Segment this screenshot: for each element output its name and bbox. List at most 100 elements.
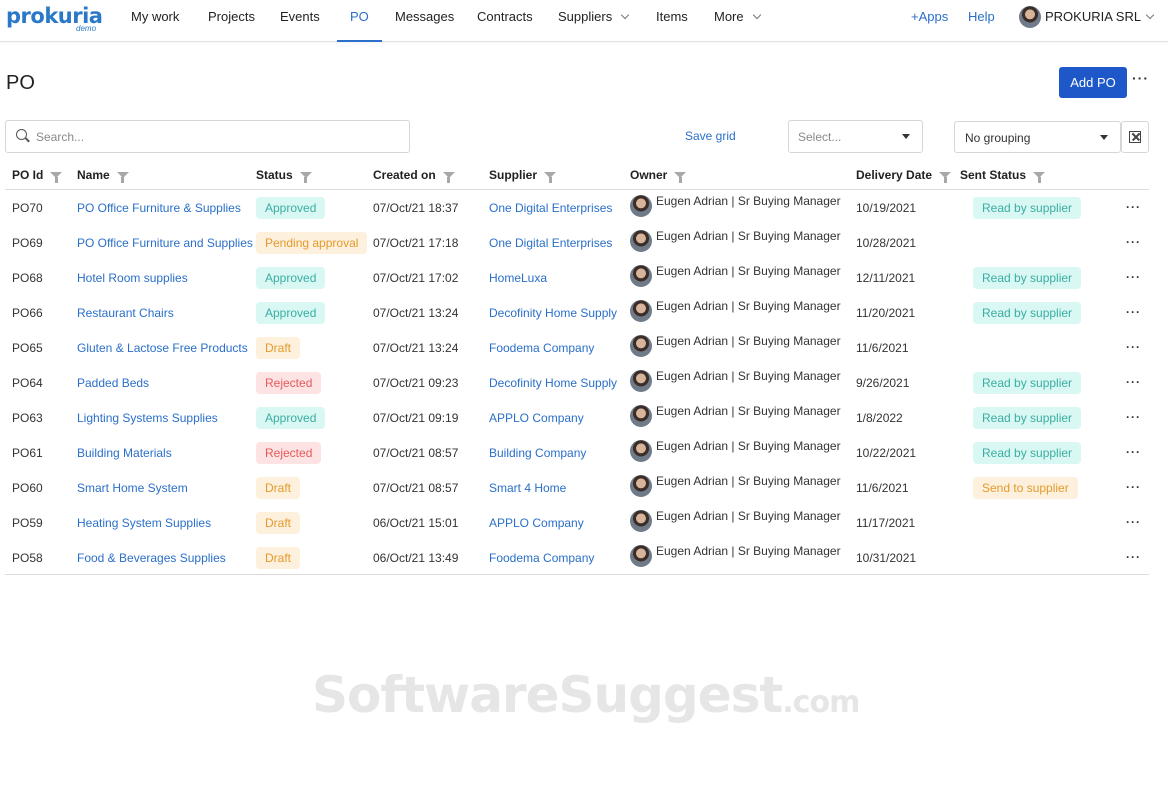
nav-suppliers[interactable]: Suppliers [558, 0, 630, 42]
prokuria-logo[interactable]: prokuria demo [6, 3, 103, 37]
delivery-date: 10/19/2021 [856, 201, 917, 215]
table-row[interactable]: PO59 Heating System Supplies Draft 06/Oct/2… [5, 505, 1149, 540]
row-actions-icon[interactable]: ··· [1126, 200, 1141, 214]
row-actions-icon[interactable]: ··· [1126, 410, 1141, 424]
filter-icon[interactable] [442, 172, 455, 183]
owner-cell: Eugen Adrian | Sr Buying Manager [630, 439, 841, 463]
owner-avatar [630, 195, 652, 217]
po-name-link[interactable]: Padded Beds [77, 376, 149, 390]
po-id: PO61 [12, 446, 43, 460]
po-name-link[interactable]: Building Materials [77, 446, 172, 460]
sent-status-badge: Send to supplier [973, 477, 1078, 499]
status-badge: Approved [256, 302, 326, 324]
export-excel-button[interactable] [1121, 121, 1149, 153]
save-grid-link[interactable]: Save grid [685, 129, 736, 143]
apps-link[interactable]: +Apps [911, 0, 948, 42]
filter-icon[interactable] [544, 172, 557, 183]
account-menu[interactable]: PROKURIA SRL [1019, 0, 1155, 42]
row-actions-icon[interactable]: ··· [1126, 340, 1141, 354]
filter-icon[interactable] [939, 172, 952, 183]
filter-select[interactable]: Select... [788, 120, 923, 153]
column-header-created-on[interactable]: Created on [373, 168, 455, 183]
owner-cell: Eugen Adrian | Sr Buying Manager [630, 194, 841, 218]
row-actions-icon[interactable]: ··· [1126, 305, 1141, 319]
search-icon [16, 129, 27, 140]
top-navigation: prokuria demo My work Projects Events PO… [0, 0, 1168, 42]
row-actions-icon[interactable]: ··· [1126, 375, 1141, 389]
nav-messages[interactable]: Messages [395, 0, 454, 42]
po-name-link[interactable]: Food & Beverages Supplies [77, 551, 226, 565]
row-actions-icon[interactable]: ··· [1126, 480, 1141, 494]
filter-icon[interactable] [674, 172, 687, 183]
nav-projects[interactable]: Projects [208, 0, 255, 42]
supplier-link[interactable]: APPLO Company [489, 411, 584, 425]
filter-icon[interactable] [1033, 172, 1046, 183]
table-row[interactable]: PO66 Restaurant Chairs Approved 07/Oct/21 1… [5, 295, 1149, 330]
column-header-owner[interactable]: Owner [630, 168, 687, 183]
table-row[interactable]: PO68 Hotel Room supplies Approved 07/Oct/21… [5, 260, 1149, 295]
sent-status-badge: Read by supplier [973, 267, 1082, 289]
filter-select-value: Select... [798, 130, 842, 144]
column-header-po-id[interactable]: PO Id [12, 168, 63, 183]
owner-cell: Eugen Adrian | Sr Buying Manager [630, 229, 841, 253]
add-po-button[interactable]: Add PO [1059, 67, 1127, 98]
help-link[interactable]: Help [968, 0, 995, 42]
supplier-link[interactable]: APPLO Company [489, 516, 584, 530]
po-name-link[interactable]: Restaurant Chairs [77, 306, 174, 320]
nav-more[interactable]: More [714, 0, 761, 42]
column-header-supplier[interactable]: Supplier [489, 168, 557, 183]
supplier-link[interactable]: Foodema Company [489, 551, 594, 565]
filter-icon[interactable] [50, 172, 63, 183]
po-name-link[interactable]: Smart Home System [77, 481, 188, 495]
table-row[interactable]: PO60 Smart Home System Draft 07/Oct/21 08:5… [5, 470, 1149, 505]
column-header-label: Name [77, 168, 110, 182]
more-options-icon[interactable]: ··· [1132, 70, 1149, 86]
table-row[interactable]: PO70 PO Office Furniture & Supplies Approv… [5, 190, 1149, 225]
nav-my-work[interactable]: My work [131, 0, 179, 42]
supplier-link[interactable]: Smart 4 Home [489, 481, 566, 495]
table-row[interactable]: PO61 Building Materials Rejected 07/Oct/21 … [5, 435, 1149, 470]
table-row[interactable]: PO64 Padded Beds Rejected 07/Oct/21 09:23 De… [5, 365, 1149, 400]
sent-status-badge: Read by supplier [973, 407, 1082, 429]
grouping-select[interactable]: No grouping [954, 121, 1121, 153]
row-actions-icon[interactable]: ··· [1126, 550, 1141, 564]
supplier-link[interactable]: Decofinity Home Supply [489, 306, 617, 320]
filter-icon[interactable] [299, 172, 312, 183]
column-header-delivery-date[interactable]: Delivery Date [856, 168, 952, 183]
po-name-link[interactable]: Heating System Supplies [77, 516, 211, 530]
owner-name: Eugen Adrian | Sr Buying Manager [656, 299, 841, 314]
nav-items[interactable]: Items [656, 0, 688, 42]
row-actions-icon[interactable]: ··· [1126, 235, 1141, 249]
column-header-status[interactable]: Status [256, 168, 312, 183]
table-row[interactable]: PO63 Lighting Systems Supplies Approved 07/… [5, 400, 1149, 435]
supplier-link[interactable]: Foodema Company [489, 341, 594, 355]
po-name-link[interactable]: Lighting Systems Supplies [77, 411, 218, 425]
po-name-link[interactable]: Hotel Room supplies [77, 271, 188, 285]
table-row[interactable]: PO65 Gluten & Lactose Free Products Draft 0… [5, 330, 1149, 365]
supplier-link[interactable]: Building Company [489, 446, 586, 460]
search-input[interactable] [36, 121, 396, 152]
po-name-link[interactable]: PO Office Furniture & Supplies [77, 201, 241, 215]
nav-events[interactable]: Events [280, 0, 320, 42]
filter-icon[interactable] [116, 172, 129, 183]
supplier-link[interactable]: HomeLuxa [489, 271, 547, 285]
status-badge: Approved [256, 197, 326, 219]
supplier-link[interactable]: One Digital Enterprises [489, 236, 612, 250]
po-name-link[interactable]: Gluten & Lactose Free Products [77, 341, 248, 355]
po-name-link[interactable]: PO Office Furniture and Supplies [77, 236, 253, 250]
row-actions-icon[interactable]: ··· [1126, 270, 1141, 284]
row-actions-icon[interactable]: ··· [1126, 445, 1141, 459]
table-row[interactable]: PO58 Food & Beverages Supplies Draft 06/Oct… [5, 540, 1149, 575]
status-badge: Approved [256, 267, 326, 289]
row-actions-icon[interactable]: ··· [1126, 515, 1141, 529]
nav-contracts[interactable]: Contracts [477, 0, 533, 42]
delivery-date: 11/20/2021 [856, 306, 916, 320]
table-row[interactable]: PO69 PO Office Furniture and Supplies Pend… [5, 225, 1149, 260]
supplier-link[interactable]: One Digital Enterprises [489, 201, 612, 215]
status-badge: Draft [256, 477, 301, 499]
supplier-link[interactable]: Decofinity Home Supply [489, 376, 617, 390]
owner-name: Eugen Adrian | Sr Buying Manager [656, 194, 841, 209]
column-header-sent-status[interactable]: Sent Status [960, 168, 1046, 183]
column-header-name[interactable]: Name [77, 168, 129, 183]
nav-po[interactable]: PO [337, 0, 382, 42]
